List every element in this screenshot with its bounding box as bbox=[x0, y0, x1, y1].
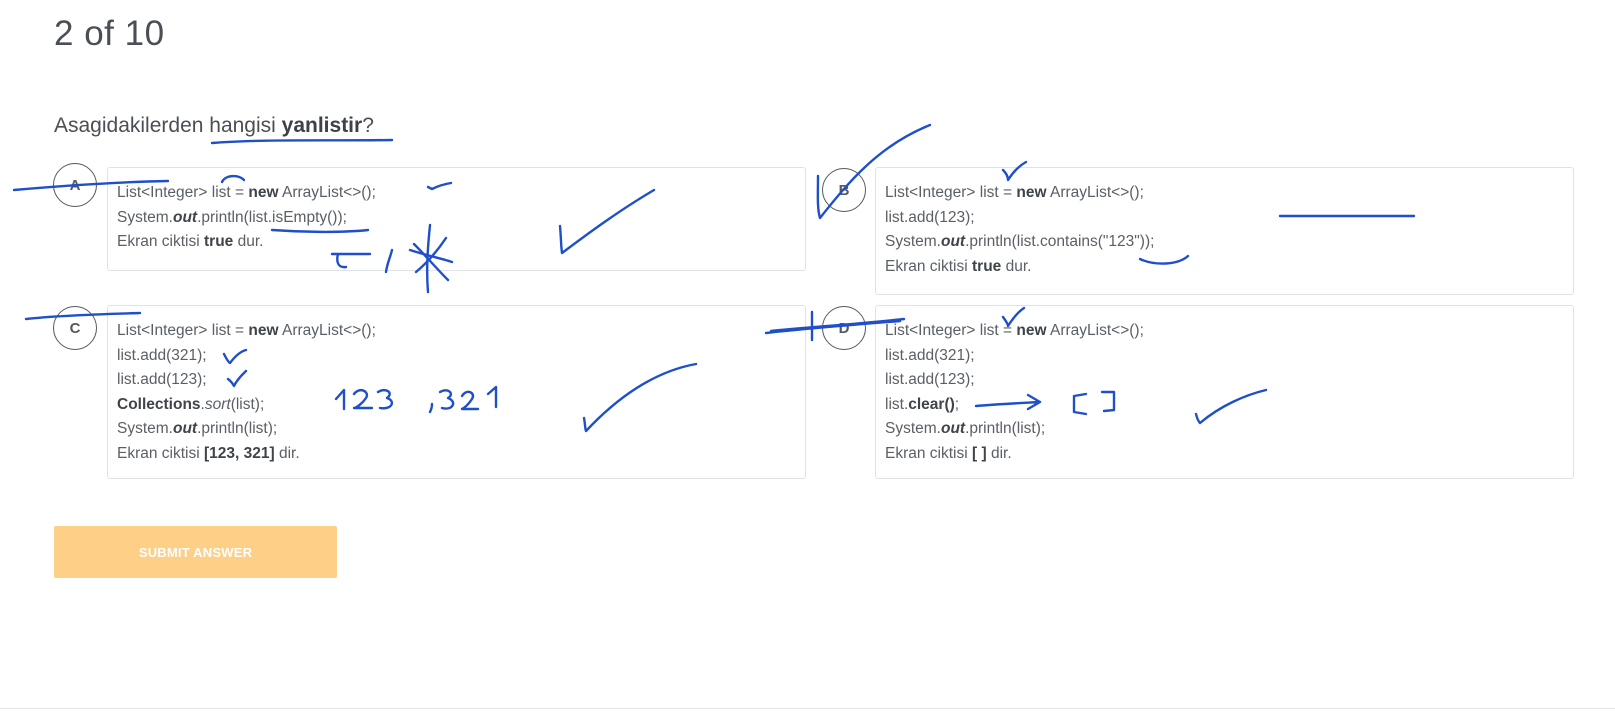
question-suffix: ? bbox=[362, 114, 374, 137]
code-line: Ekran ciktisi [123, 321] dir. bbox=[117, 444, 300, 462]
question-emphasis: yanlistir bbox=[281, 114, 363, 137]
code-line: List<Integer> list = new ArrayList<>(); bbox=[117, 184, 376, 201]
option-d-radio[interactable]: D bbox=[822, 306, 866, 350]
option-b-letter: B bbox=[838, 181, 850, 199]
code-line: list.add(123); bbox=[885, 208, 975, 226]
option-b-card[interactable]: List<Integer> list = new ArrayList<>(); … bbox=[875, 167, 1574, 295]
option-a-letter: A bbox=[69, 176, 81, 194]
code-line: list.add(321); bbox=[117, 346, 207, 364]
question-text: Asagidakilerden hangisi yanlistir? bbox=[54, 114, 374, 138]
code-line: List<Integer> list = new ArrayList<>(); bbox=[885, 184, 1144, 201]
code-line: System.out.println(list.contains("123"))… bbox=[885, 233, 1155, 250]
question-prefix: Asagidakilerden hangisi bbox=[54, 114, 282, 137]
submit-answer-button[interactable]: SUBMIT ANSWER bbox=[54, 526, 337, 578]
option-a-radio[interactable]: A bbox=[53, 163, 97, 207]
bottom-divider bbox=[0, 708, 1615, 709]
code-line: List<Integer> list = new ArrayList<>(); bbox=[117, 322, 376, 339]
code-line: list.add(123); bbox=[117, 371, 207, 388]
code-line: list.add(321); bbox=[885, 346, 975, 364]
question-counter: 2 of 10 bbox=[54, 14, 165, 53]
code-line: Collections.sort(list); bbox=[117, 395, 265, 413]
code-line: list.add(123); bbox=[885, 371, 975, 388]
option-a-card[interactable]: List<Integer> list = new ArrayList<>(); … bbox=[107, 167, 806, 271]
option-c-letter: C bbox=[69, 319, 81, 337]
code-line: System.out.println(list); bbox=[117, 420, 278, 437]
code-line: System.out.println(list); bbox=[885, 420, 1046, 437]
code-line: list.clear(); bbox=[885, 395, 960, 413]
code-line: Ekran ciktisi true dur. bbox=[117, 233, 264, 250]
code-line: Ekran ciktisi [ ] dir. bbox=[885, 444, 1012, 462]
code-line: List<Integer> list = new ArrayList<>(); bbox=[885, 322, 1144, 339]
code-line: Ekran ciktisi true dur. bbox=[885, 257, 1032, 275]
option-c-card[interactable]: List<Integer> list = new ArrayList<>(); … bbox=[107, 305, 806, 479]
option-d-letter: D bbox=[838, 319, 850, 337]
underline-annotation bbox=[210, 138, 394, 145]
code-line: System.out.println(list.isEmpty()); bbox=[117, 208, 347, 226]
option-c-radio[interactable]: C bbox=[53, 306, 97, 350]
option-b-radio[interactable]: B bbox=[822, 168, 866, 212]
option-d-card[interactable]: List<Integer> list = new ArrayList<>(); … bbox=[875, 305, 1574, 479]
